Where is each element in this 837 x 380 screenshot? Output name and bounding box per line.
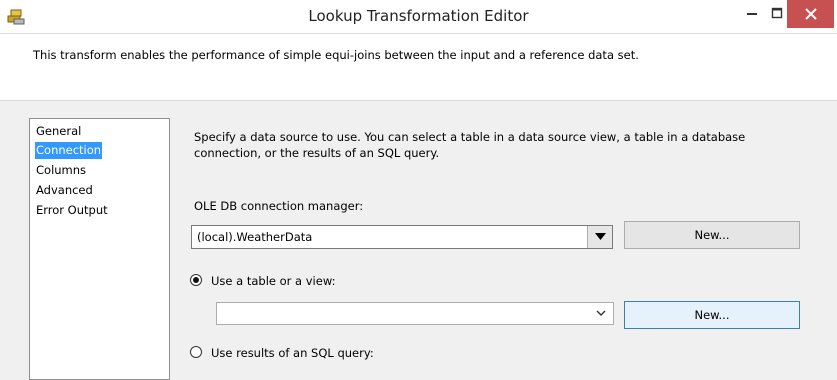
connection-manager-label: OLE DB connection manager: [194,199,364,213]
chevron-down-icon[interactable] [589,303,613,325]
connection-description: Specify a data source to use. You can se… [194,130,746,160]
use-sql-radio[interactable] [190,346,202,358]
use-table-label: Use a table or a view: [211,274,336,288]
window-title: Lookup Transformation Editor [308,7,529,25]
header-description: This transform enables the performance o… [33,48,639,62]
table-view-dropdown[interactable] [216,302,614,325]
nav-item-error-output[interactable]: Error Output [35,202,109,219]
dropdown-arrow-icon[interactable] [587,226,612,248]
title-bar: Lookup Transformation Editor [0,0,837,34]
nav-item-general[interactable]: General [35,123,82,140]
nav-item-columns[interactable]: Columns [35,162,87,179]
use-sql-label: Use results of an SQL query: [211,346,374,360]
new-connection-button[interactable]: New... [624,221,800,249]
nav-item-advanced[interactable]: Advanced [35,182,94,199]
page-navigation-list: General Connection Columns Advanced Erro… [29,118,170,380]
connection-manager-value: (local).WeatherData [197,230,313,244]
connection-manager-dropdown[interactable]: (local).WeatherData [191,225,613,249]
header-panel: This transform enables the performance o… [0,34,837,101]
use-table-radio[interactable] [190,274,202,286]
close-button[interactable] [787,0,834,28]
nav-item-connection[interactable]: Connection [35,142,103,159]
new-table-button[interactable]: New... [624,301,800,329]
